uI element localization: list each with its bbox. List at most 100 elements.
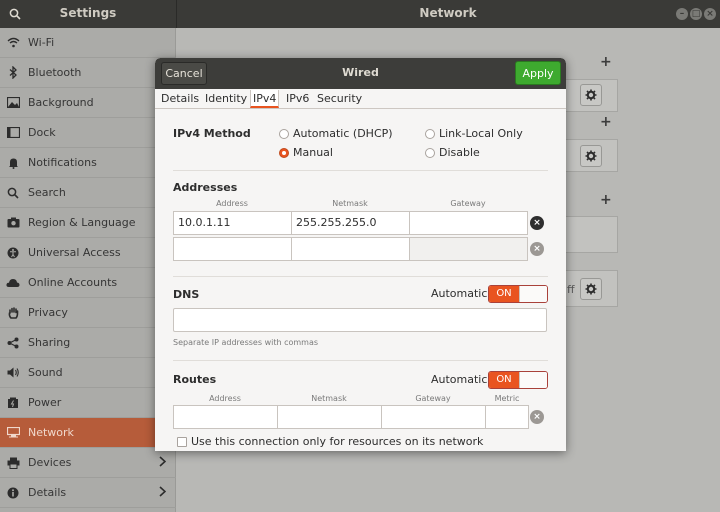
minimize-icon: – (679, 9, 685, 19)
settings-title: Settings (59, 6, 117, 20)
route-gateway-input[interactable] (381, 405, 486, 429)
tab-identity[interactable]: Identity (203, 92, 249, 105)
address-input[interactable] (173, 237, 292, 261)
wired-dialog: Cancel Wired Apply Details Identity IPv4… (155, 58, 566, 451)
add-connection-button[interactable]: + (600, 114, 612, 130)
add-vpn-button[interactable]: + (600, 192, 612, 208)
connection-settings-button[interactable] (580, 145, 602, 167)
radio-circle (279, 128, 289, 139)
apply-button[interactable]: Apply (515, 61, 561, 85)
sidebar-item-details[interactable]: Details (0, 478, 176, 508)
remove-address-button[interactable]: × (530, 242, 544, 256)
route-address-input[interactable] (173, 405, 278, 429)
sidebar-item-label: Search (28, 186, 66, 199)
sidebar-item-network[interactable]: Network (0, 418, 176, 448)
dns-label: DNS (173, 288, 200, 301)
close-icon: × (533, 412, 541, 422)
speaker-icon (6, 366, 20, 380)
route-netmask-input[interactable] (277, 405, 382, 429)
column-header-address: Address (216, 199, 248, 208)
sidebar-item-region-language[interactable]: Region & Language (0, 208, 176, 238)
address-input[interactable]: 10.0.1.11 (173, 211, 292, 235)
dns-automatic-switch[interactable]: ON (488, 285, 548, 303)
column-header-metric: Metric (494, 394, 520, 403)
dns-automatic-label: Automatic (431, 287, 488, 300)
switch-on-label: ON (489, 286, 519, 302)
search-icon (6, 186, 20, 200)
sidebar-item-online-accounts[interactable]: Online Accounts (0, 268, 176, 298)
radio-label: Disable (439, 146, 480, 159)
bell-icon (6, 156, 20, 170)
add-wired-button[interactable]: + (600, 54, 612, 70)
sidebar-item-sound[interactable]: Sound (0, 358, 176, 388)
sidebar-item-sharing[interactable]: Sharing (0, 328, 176, 358)
checkbox-box (177, 436, 187, 447)
sidebar-item-background[interactable]: Background (0, 88, 176, 118)
info-icon (6, 486, 20, 500)
window-title: Network (419, 6, 477, 20)
netmask-input[interactable]: 255.255.255.0 (291, 211, 410, 235)
printer-icon (6, 456, 20, 470)
gateway-input[interactable] (409, 211, 528, 235)
switch-knob (519, 286, 547, 302)
background-icon (6, 96, 20, 110)
sidebar-item-label: Power (28, 396, 62, 409)
addresses-label: Addresses (173, 181, 238, 194)
ipv4-method-label: IPv4 Method (173, 127, 251, 140)
tab-ipv6[interactable]: IPv6 (284, 92, 311, 105)
radio-circle (425, 147, 435, 158)
netmask-input[interactable] (291, 237, 410, 261)
plus-icon: + (600, 114, 612, 130)
dns-servers-input[interactable] (173, 308, 547, 332)
sidebar: Wi-Fi Bluetooth Background Dock Notifica… (0, 28, 176, 512)
wifi-icon (6, 36, 20, 50)
maximize-button[interactable]: □ (690, 8, 702, 20)
wired-settings-button[interactable] (580, 84, 602, 106)
remove-address-button[interactable]: × (530, 216, 544, 230)
radio-disable[interactable]: Disable (425, 146, 480, 159)
remove-route-button[interactable]: × (530, 410, 544, 424)
sidebar-item-dock[interactable]: Dock (0, 118, 176, 148)
sidebar-item-label: Background (28, 96, 94, 109)
tab-details[interactable]: Details (159, 92, 201, 105)
only-resources-checkbox[interactable]: Use this connection only for resources o… (177, 435, 483, 448)
sidebar-item-label: Details (28, 486, 67, 499)
sidebar-item-wifi[interactable]: Wi-Fi (0, 28, 176, 58)
plus-icon: + (600, 54, 612, 70)
tab-ipv4[interactable]: IPv4 (250, 90, 280, 108)
close-icon: × (706, 9, 714, 19)
sidebar-item-label: Region & Language (28, 216, 136, 229)
switch-knob (519, 372, 547, 388)
sidebar-item-power[interactable]: Power (0, 388, 176, 418)
close-icon: × (533, 218, 541, 228)
radio-manual[interactable]: Manual (279, 146, 333, 159)
routes-label: Routes (173, 373, 217, 386)
minimize-button[interactable]: – (676, 8, 688, 20)
radio-automatic-dhcp[interactable]: Automatic (DHCP) (279, 127, 393, 140)
divider (173, 276, 548, 277)
sidebar-item-label: Bluetooth (28, 66, 82, 79)
sidebar-item-privacy[interactable]: Privacy (0, 298, 176, 328)
column-header-gateway: Gateway (415, 394, 451, 403)
sidebar-item-bluetooth[interactable]: Bluetooth (0, 58, 176, 88)
camera-icon (6, 216, 20, 230)
route-metric-input[interactable] (485, 405, 529, 429)
gateway-input[interactable] (409, 237, 528, 261)
proxy-settings-button[interactable] (580, 278, 602, 300)
sidebar-item-search[interactable]: Search (0, 178, 176, 208)
sidebar-item-notifications[interactable]: Notifications (0, 148, 176, 178)
column-header-address: Address (209, 394, 241, 403)
sidebar-item-label: Privacy (28, 306, 68, 319)
sidebar-item-universal-access[interactable]: Universal Access (0, 238, 176, 268)
sidebar-item-devices[interactable]: Devices (0, 448, 176, 478)
power-icon (6, 396, 20, 410)
divider (173, 360, 548, 361)
hand-icon (6, 306, 20, 320)
close-button[interactable]: × (704, 8, 716, 20)
chevron-right-icon (159, 456, 167, 470)
sidebar-item-label: Devices (28, 456, 72, 469)
tab-security[interactable]: Security (315, 92, 364, 105)
routes-automatic-switch[interactable]: ON (488, 371, 548, 389)
vpn-frame (565, 216, 618, 253)
radio-link-local-only[interactable]: Link-Local Only (425, 127, 523, 140)
